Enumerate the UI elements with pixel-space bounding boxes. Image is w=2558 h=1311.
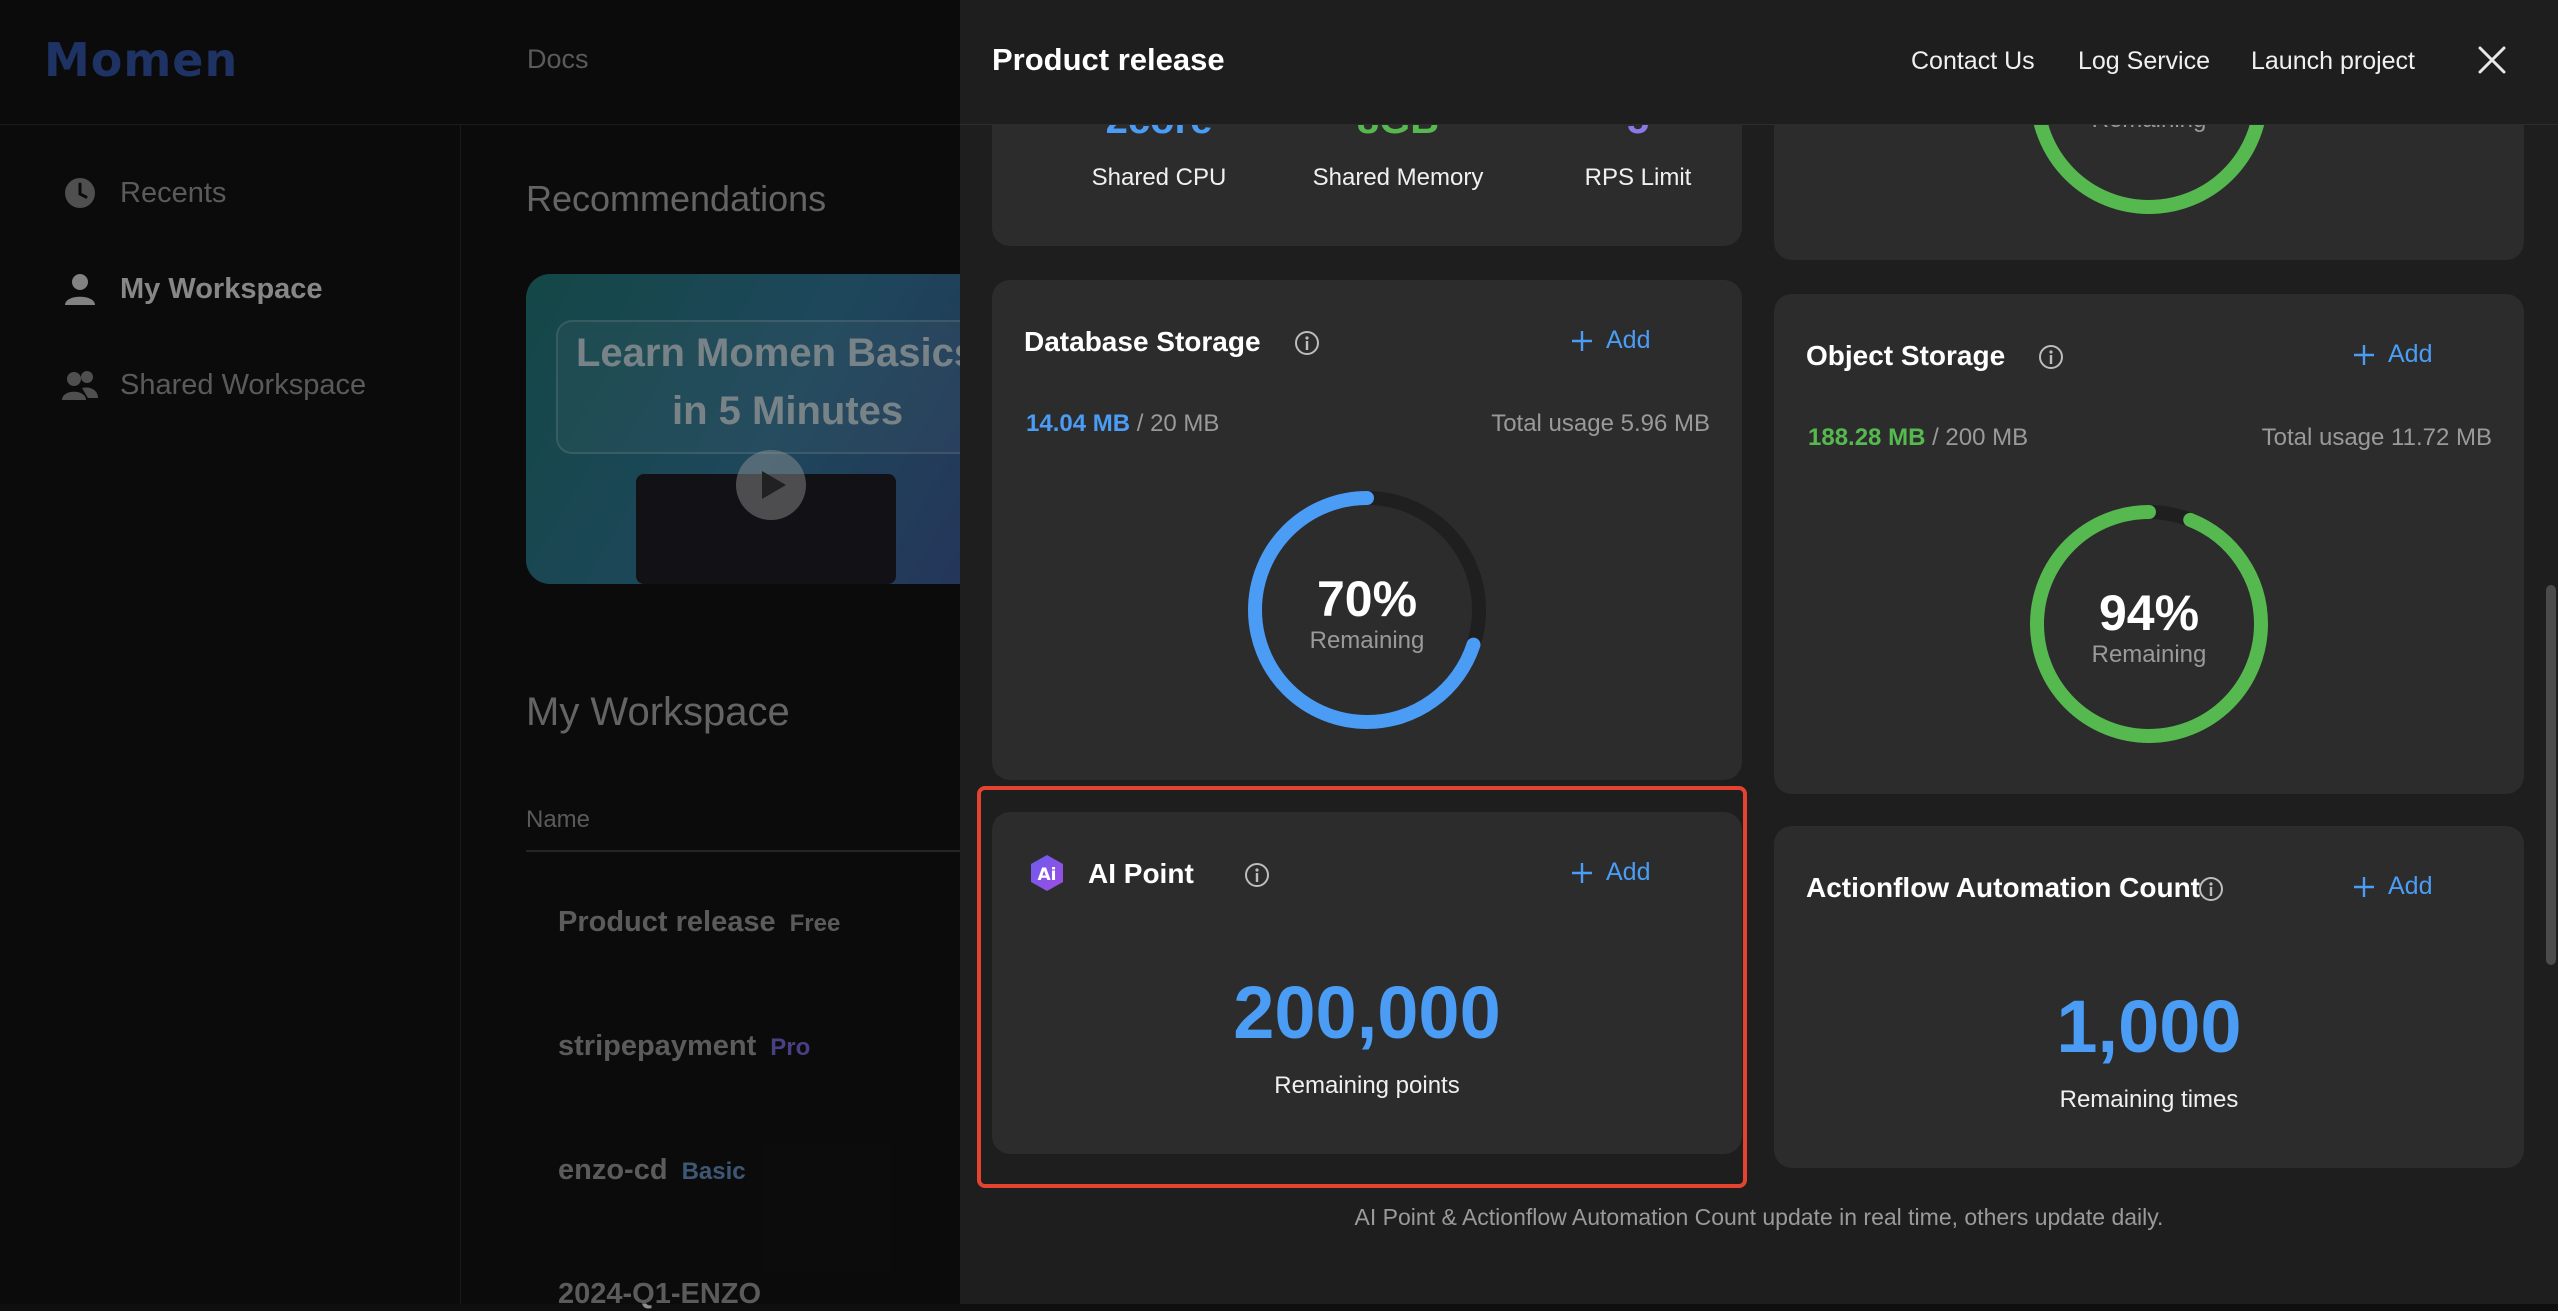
users-icon xyxy=(62,367,98,403)
total-value: / 200 MB xyxy=(1932,424,2029,451)
plus-icon xyxy=(1572,330,1592,351)
close-icon[interactable] xyxy=(2472,40,2512,80)
docs-link[interactable]: Docs xyxy=(527,44,589,75)
sidebar: Recents My Workspace Shared Workspace xyxy=(0,125,461,1304)
remaining-times-label: Remaining times xyxy=(2059,1086,2239,1113)
sidebar-item-label: My Workspace xyxy=(120,272,323,305)
add-label: Add xyxy=(2388,872,2433,900)
ring-label: Remaining xyxy=(2091,641,2207,668)
used-value: 14.04 MB xyxy=(1026,410,1131,437)
ring-label: Remaining xyxy=(1309,627,1425,654)
add-button[interactable]: Add xyxy=(1570,326,1650,355)
sidebar-item-my-workspace[interactable]: My Workspace xyxy=(62,271,323,307)
total-value: / 20 MB xyxy=(1136,410,1220,437)
video-title-line: in 5 Minutes xyxy=(672,389,904,433)
add-button[interactable]: Add xyxy=(2352,340,2432,369)
project-name: stripepayment xyxy=(558,1030,757,1062)
plan-badge: Basic xyxy=(681,1158,746,1185)
play-icon[interactable] xyxy=(736,450,806,520)
used-value: 188.28 MB xyxy=(1808,424,1926,451)
plan-badge: Free xyxy=(789,910,841,937)
update-footnote: AI Point & Actionflow Automation Count u… xyxy=(1354,1204,2164,1230)
sidebar-item-label: Shared Workspace xyxy=(120,368,367,401)
project-row[interactable]: stripepayment Pro xyxy=(558,1030,810,1063)
momen-logo[interactable]: Momen xyxy=(44,30,238,90)
add-label: Add xyxy=(2388,340,2433,368)
project-name: enzo-cd xyxy=(558,1154,668,1186)
project-row[interactable]: Product release Free xyxy=(558,906,840,939)
video-title-line: Learn Momen Basics xyxy=(576,331,977,375)
info-icon[interactable] xyxy=(2038,344,2064,370)
project-name: 2024-Q1-ENZO xyxy=(558,1278,762,1310)
logo-text: Momen xyxy=(44,33,239,87)
spec-label: RPS Limit xyxy=(1584,164,1692,191)
workspace-title: My Workspace xyxy=(526,690,790,734)
top-bar: Momen Docs xyxy=(0,0,1000,125)
actionflow-card: Actionflow Automation Count Add 1,000 Re… xyxy=(1774,826,2524,1168)
sidebar-item-recents[interactable]: Recents xyxy=(62,175,226,211)
project-drawer: 2core Shared CPU 8GB Shared Memory 5 RPS… xyxy=(960,0,2558,1304)
video-card[interactable]: Learn Momen Basics in 5 Minutes xyxy=(526,274,1006,584)
add-button[interactable]: Add xyxy=(2352,872,2432,901)
project-row[interactable]: 2024-Q1-ENZO xyxy=(558,1278,761,1311)
contact-us-link[interactable]: Contact Us xyxy=(1911,47,2035,76)
project-name: Product release xyxy=(558,906,776,938)
info-icon[interactable] xyxy=(1294,330,1320,356)
column-header-name[interactable]: Name xyxy=(526,806,590,834)
launch-project-link[interactable]: Launch project xyxy=(2251,47,2415,76)
scrollbar[interactable] xyxy=(2546,585,2556,965)
header-divider xyxy=(526,850,1000,852)
drawer-header: Product release Contact Us Log Service L… xyxy=(960,0,2558,125)
remaining-times-value: 1,000 xyxy=(2056,985,2242,1068)
ring-percent: 70% xyxy=(1316,571,1418,627)
plan-badge: Pro xyxy=(770,1034,811,1061)
log-service-link[interactable]: Log Service xyxy=(2078,47,2210,76)
database-storage-card: Database Storage Add 14.04 MB / 20 MB To… xyxy=(992,280,1742,780)
user-icon xyxy=(62,271,98,307)
total-usage: Total usage 5.96 MB xyxy=(1491,410,1710,437)
highlight-box xyxy=(977,786,1747,1188)
sidebar-item-label: Recents xyxy=(120,176,227,209)
recommendations-title: Recommendations xyxy=(526,178,827,219)
info-icon[interactable] xyxy=(2198,876,2224,902)
clock-icon xyxy=(62,175,98,211)
object-storage-card: Object Storage Add 188.28 MB / 200 MB To… xyxy=(1774,294,2524,794)
sidebar-item-shared-workspace[interactable]: Shared Workspace xyxy=(62,367,366,403)
card-title: Object Storage xyxy=(1806,340,2006,371)
spec-label: Shared Memory xyxy=(1312,164,1484,191)
spec-label: Shared CPU xyxy=(1091,164,1227,191)
plus-icon xyxy=(2354,876,2374,897)
ring-percent: 94% xyxy=(2098,585,2200,641)
add-label: Add xyxy=(1606,326,1651,354)
card-title: Actionflow Automation Count xyxy=(1806,872,2200,903)
usage-amount: 14.04 MB / 20 MB xyxy=(1026,410,1219,438)
video-title: Learn Momen Basics in 5 Minutes xyxy=(562,324,1006,440)
total-usage: Total usage 11.72 MB xyxy=(2261,424,2492,451)
usage-amount: 188.28 MB / 200 MB xyxy=(1808,424,2028,452)
plus-icon xyxy=(2354,344,2374,365)
project-row[interactable]: enzo-cd Basic xyxy=(558,1154,746,1187)
card-title: Database Storage xyxy=(1024,326,1261,357)
drawer-title: Product release xyxy=(992,42,1225,77)
